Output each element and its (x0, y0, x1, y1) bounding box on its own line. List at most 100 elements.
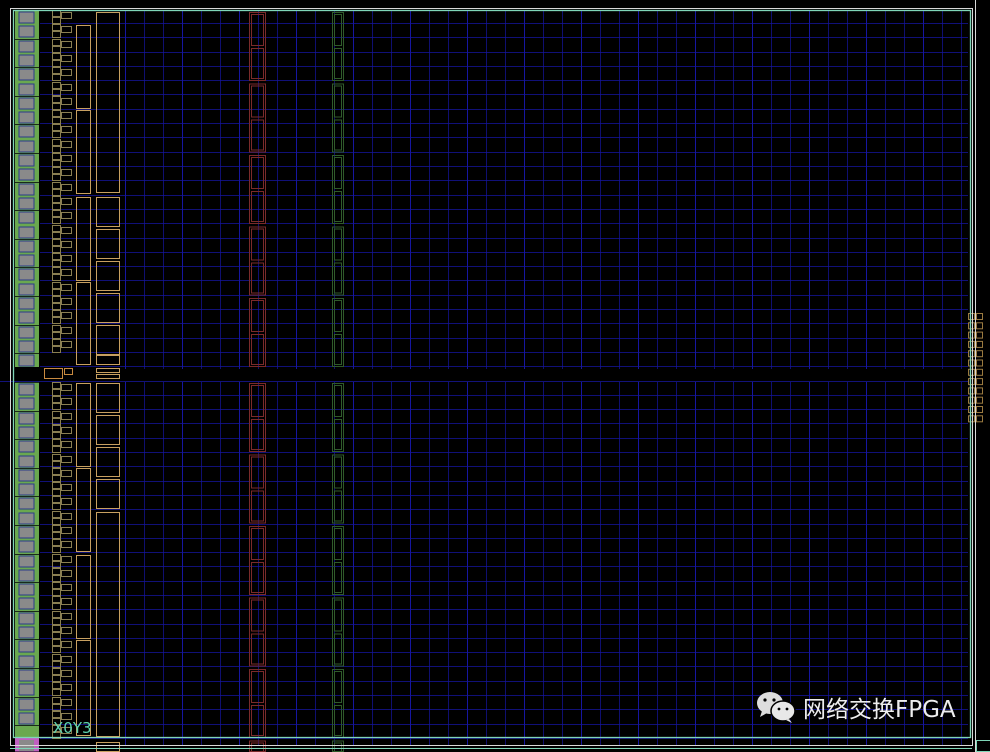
io-pad[interactable] (19, 26, 34, 37)
clb-slice[interactable] (53, 469, 61, 475)
clb-slice[interactable] (53, 447, 61, 453)
clb-slice[interactable] (62, 542, 72, 548)
clb-slice[interactable] (53, 690, 61, 696)
clb-slice[interactable] (53, 626, 61, 632)
dsp-column-cell[interactable] (252, 86, 264, 117)
clb-slice[interactable] (53, 640, 61, 646)
bram-block[interactable] (97, 384, 120, 413)
bram-block[interactable] (97, 326, 120, 355)
clb-slice[interactable] (62, 442, 72, 448)
gt-pin[interactable] (977, 407, 983, 413)
clb-slice[interactable] (53, 75, 61, 81)
clb-slice[interactable] (62, 585, 72, 591)
clock-column-cell[interactable] (335, 457, 342, 488)
clb-slice[interactable] (53, 533, 61, 539)
clb-slice[interactable] (62, 385, 72, 391)
clock-column-cell[interactable] (335, 301, 342, 332)
io-pad[interactable] (19, 656, 34, 667)
gt-pin[interactable] (969, 360, 975, 366)
io-pad[interactable] (19, 498, 34, 509)
clb-slice[interactable] (53, 61, 61, 67)
dsp-column-cell[interactable] (252, 386, 264, 417)
clb-slice[interactable] (53, 490, 61, 496)
clock-column-cell[interactable] (335, 600, 342, 631)
clb-slice[interactable] (62, 70, 72, 76)
clb-slice[interactable] (62, 42, 72, 48)
io-pad[interactable] (19, 413, 34, 424)
clb-slice[interactable] (53, 497, 61, 503)
clb-slice[interactable] (53, 612, 61, 618)
clb-slice[interactable] (62, 285, 72, 291)
clb-slice[interactable] (53, 633, 61, 639)
bram-block[interactable] (97, 294, 120, 323)
clb-slice[interactable] (53, 240, 61, 246)
clock-column-cell[interactable] (335, 672, 342, 703)
io-pad[interactable] (19, 456, 34, 467)
io-pad[interactable] (19, 384, 34, 395)
gt-pin[interactable] (977, 332, 983, 338)
gt-pin[interactable] (969, 397, 975, 403)
clb-slice[interactable] (62, 342, 72, 348)
bram-block[interactable] (97, 230, 120, 259)
clb-slice[interactable] (53, 683, 61, 689)
gt-pin[interactable] (969, 407, 975, 413)
io-pad[interactable] (19, 713, 34, 724)
clock-region-border-next[interactable] (977, 741, 990, 752)
clb-slice[interactable] (62, 242, 72, 248)
clb-slice[interactable] (62, 213, 72, 219)
clb-slice[interactable] (53, 590, 61, 596)
io-pad[interactable] (19, 441, 34, 452)
clb-slice[interactable] (53, 297, 61, 303)
clb-slice[interactable] (53, 125, 61, 131)
clb-slice[interactable] (53, 68, 61, 74)
clb-slice[interactable] (62, 457, 72, 463)
io-pad[interactable] (19, 255, 34, 266)
gt-pin[interactable] (977, 341, 983, 347)
clb-slice[interactable] (62, 99, 72, 105)
bram-block[interactable] (97, 262, 120, 291)
clock-column-cell[interactable] (335, 386, 342, 417)
clb-slice[interactable] (53, 526, 61, 532)
io-pad[interactable] (19, 269, 34, 280)
io-pad[interactable] (19, 112, 34, 123)
clb-slice[interactable] (53, 604, 61, 610)
gt-pin[interactable] (977, 379, 983, 385)
clb-slice[interactable] (53, 404, 61, 410)
clb-slice[interactable] (53, 147, 61, 153)
bram-block[interactable] (97, 13, 120, 193)
io-pad[interactable] (19, 427, 34, 438)
io-pad[interactable] (19, 613, 34, 624)
io-pad[interactable] (19, 298, 34, 309)
dsp-column-cell[interactable] (252, 301, 264, 332)
clb-slice[interactable] (62, 628, 72, 634)
io-pad[interactable] (19, 570, 34, 581)
io-pad[interactable] (19, 169, 34, 180)
io-pad[interactable] (19, 312, 34, 323)
clock-column-cell[interactable] (335, 229, 342, 260)
clb-slice[interactable] (62, 399, 72, 405)
clb-slice[interactable] (53, 25, 61, 31)
clb-slice[interactable] (62, 299, 72, 305)
clb-slice[interactable] (53, 183, 61, 189)
dsp-column-cell[interactable] (252, 120, 264, 150)
clb-slice[interactable] (62, 557, 72, 563)
clb-slice[interactable] (62, 27, 72, 33)
gt-pin[interactable] (969, 323, 975, 329)
clb-slice[interactable] (53, 197, 61, 203)
clb-slice[interactable] (53, 290, 61, 296)
gt-pin[interactable] (977, 323, 983, 329)
io-pad[interactable] (19, 126, 34, 137)
io-pad[interactable] (19, 155, 34, 166)
clb-slice[interactable] (53, 412, 61, 418)
gt-pin[interactable] (969, 341, 975, 347)
io-pad[interactable] (19, 584, 34, 595)
clb-slice[interactable] (53, 483, 61, 489)
io-pad[interactable] (19, 12, 34, 23)
clb-slice[interactable] (53, 647, 61, 653)
clock-region-divider[interactable] (0, 369, 975, 381)
gt-pin[interactable] (977, 369, 983, 375)
gt-pin[interactable] (977, 314, 983, 320)
clb-slice[interactable] (62, 642, 72, 648)
clb-slice[interactable] (53, 519, 61, 525)
clb-slice[interactable] (62, 571, 72, 577)
